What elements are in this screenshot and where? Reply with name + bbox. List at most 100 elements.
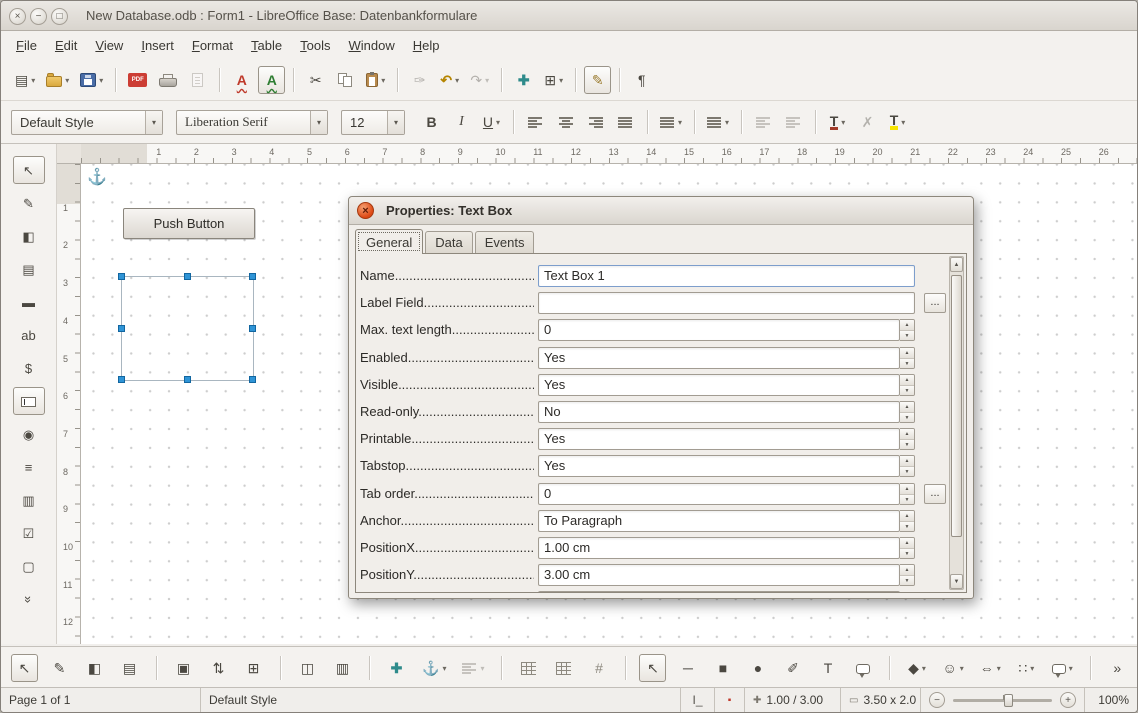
chevron-down-icon[interactable]: ▾: [310, 111, 327, 134]
design-mode-button[interactable]: ✎: [13, 189, 45, 217]
selection-handle[interactable]: [249, 376, 256, 383]
spin-down-icon[interactable]: ▼: [900, 522, 914, 532]
chevron-down-icon[interactable]: ▾: [387, 111, 404, 134]
document-modified-segment[interactable]: ▪: [715, 688, 745, 712]
open-in-design-mode-button[interactable]: ▥: [329, 654, 356, 682]
line-button[interactable]: ─: [674, 654, 701, 682]
align-justify-button[interactable]: [612, 108, 639, 136]
menu-edit[interactable]: Edit: [46, 33, 86, 58]
menu-insert[interactable]: Insert: [132, 33, 183, 58]
dropdown-caret-icon[interactable]: ▾: [442, 664, 446, 673]
form-design-mode-button[interactable]: ✎: [46, 654, 73, 682]
property-input-tab-order[interactable]: 0: [538, 483, 900, 505]
spin-up-icon[interactable]: ▲: [900, 348, 914, 359]
dropdown-caret-icon[interactable]: ▾: [960, 664, 964, 673]
dropdown-caret-icon[interactable]: ▾: [725, 118, 729, 127]
more-controls-button[interactable]: »: [13, 585, 45, 613]
spin-down-icon[interactable]: ▼: [900, 331, 914, 341]
scroll-up-icon[interactable]: ▲: [950, 257, 963, 272]
flowchart-button[interactable]: ∷▾: [1013, 654, 1040, 682]
dropdown-caret-icon[interactable]: ▾: [485, 76, 489, 85]
align-left-button[interactable]: [522, 108, 549, 136]
close-button[interactable]: ×: [9, 8, 26, 25]
selection-handle[interactable]: [118, 376, 125, 383]
activation-order-button[interactable]: ⇅: [205, 654, 232, 682]
check-box-button[interactable]: ☑: [13, 519, 45, 547]
spin-down-icon[interactable]: ▼: [900, 440, 914, 450]
dropdown-caret-icon[interactable]: ▾: [31, 76, 35, 85]
chevron-down-icon[interactable]: ▾: [145, 111, 162, 134]
paragraph-style-combo[interactable]: Default Style ▾: [11, 110, 163, 135]
dropdown-caret-icon[interactable]: ▾: [1069, 664, 1073, 673]
form-design-button[interactable]: ▣: [170, 654, 197, 682]
property-input-label-field[interactable]: [538, 292, 915, 314]
draw-text-button[interactable]: T: [814, 654, 841, 682]
line-spacing-button[interactable]: ▾: [656, 108, 686, 136]
font-name-combo[interactable]: Liberation Serif ▾: [176, 110, 328, 135]
property-input-visible[interactable]: Yes: [538, 374, 900, 396]
scroll-down-icon[interactable]: ▼: [950, 574, 963, 589]
anchor-icon[interactable]: ⚓: [87, 167, 107, 187]
property-input-enabled[interactable]: Yes: [538, 347, 900, 369]
rectangle-button[interactable]: ■: [709, 654, 736, 682]
print-button[interactable]: [154, 66, 181, 94]
insert-table-button[interactable]: ⊞▾: [540, 66, 567, 94]
paragraph-spacing-button[interactable]: ▾: [703, 108, 733, 136]
ellipse-button[interactable]: ●: [744, 654, 771, 682]
design-mode-button[interactable]: ✎: [584, 66, 611, 94]
export-pdf-button[interactable]: PDF: [124, 66, 151, 94]
combo-box-button[interactable]: ▥: [13, 486, 45, 514]
spin-up-icon[interactable]: ▲: [900, 429, 914, 440]
spin-up-icon[interactable]: ▲: [900, 565, 914, 576]
property-input-positionx[interactable]: 1.00 cm: [538, 537, 900, 559]
spin-up-icon[interactable]: ▲: [900, 402, 914, 413]
tab-general[interactable]: General: [355, 229, 423, 254]
dialog-titlebar[interactable]: × Properties: Text Box: [349, 197, 973, 225]
selection-handle[interactable]: [118, 325, 125, 332]
snap-to-grid-button[interactable]: [550, 654, 577, 682]
text-box-button[interactable]: [13, 387, 45, 415]
dropdown-caret-icon[interactable]: ▾: [922, 664, 926, 673]
minimize-button[interactable]: −: [30, 8, 47, 25]
bold-button[interactable]: B: [418, 108, 445, 136]
open-button[interactable]: ▾: [42, 66, 73, 94]
selection-handle[interactable]: [118, 273, 125, 280]
change-anchor-button[interactable]: ⚓▾: [418, 654, 450, 682]
menu-file[interactable]: File: [7, 33, 46, 58]
list-box-button[interactable]: ≡: [13, 453, 45, 481]
spin-up-icon[interactable]: ▲: [900, 484, 914, 495]
property-input-tabstop[interactable]: Yes: [538, 455, 900, 477]
spin-down-icon[interactable]: ▼: [900, 467, 914, 477]
group-box-button[interactable]: ▢: [13, 552, 45, 580]
form-navigator-button[interactable]: ◫: [294, 654, 321, 682]
highlighting-color-button[interactable]: T▾: [884, 108, 911, 136]
selection-handle[interactable]: [249, 325, 256, 332]
selected-text-box[interactable]: [121, 276, 254, 381]
form-select-button[interactable]: ↖: [11, 654, 38, 682]
selection-handle[interactable]: [184, 273, 191, 280]
zoom-slider[interactable]: − +: [921, 688, 1085, 712]
dropdown-caret-icon[interactable]: ▾: [496, 118, 500, 127]
property-input-printable[interactable]: Yes: [538, 428, 900, 450]
canvas-push-button[interactable]: Push Button: [123, 208, 255, 239]
spelling-button[interactable]: A: [228, 66, 255, 94]
zoom-out-icon[interactable]: −: [929, 692, 945, 708]
position-size-button[interactable]: ✚: [383, 654, 410, 682]
dropdown-caret-icon[interactable]: ▾: [381, 76, 385, 85]
paste-button[interactable]: ▾: [362, 66, 389, 94]
form-properties-button[interactable]: ▤: [13, 255, 45, 283]
spin-up-icon[interactable]: ▲: [900, 320, 914, 331]
dropdown-caret-icon[interactable]: ▾: [65, 76, 69, 85]
zoom-handle[interactable]: [1004, 694, 1013, 707]
form-control-properties-button[interactable]: ◧: [81, 654, 108, 682]
dropdown-caret-icon[interactable]: ▾: [480, 664, 484, 673]
cut-button[interactable]: ✂: [302, 66, 329, 94]
spin-down-icon[interactable]: ▼: [900, 386, 914, 396]
property-input-name[interactable]: Text Box 1: [538, 265, 915, 287]
selection-handle[interactable]: [249, 273, 256, 280]
auto-spellcheck-button[interactable]: A: [258, 66, 285, 94]
dialog-scrollbar[interactable]: ▲ ▼: [949, 256, 964, 590]
spin-up-icon[interactable]: ▲: [900, 511, 914, 522]
spin-down-icon[interactable]: ▼: [900, 359, 914, 369]
property-input-max-text-length[interactable]: 0: [538, 319, 900, 341]
